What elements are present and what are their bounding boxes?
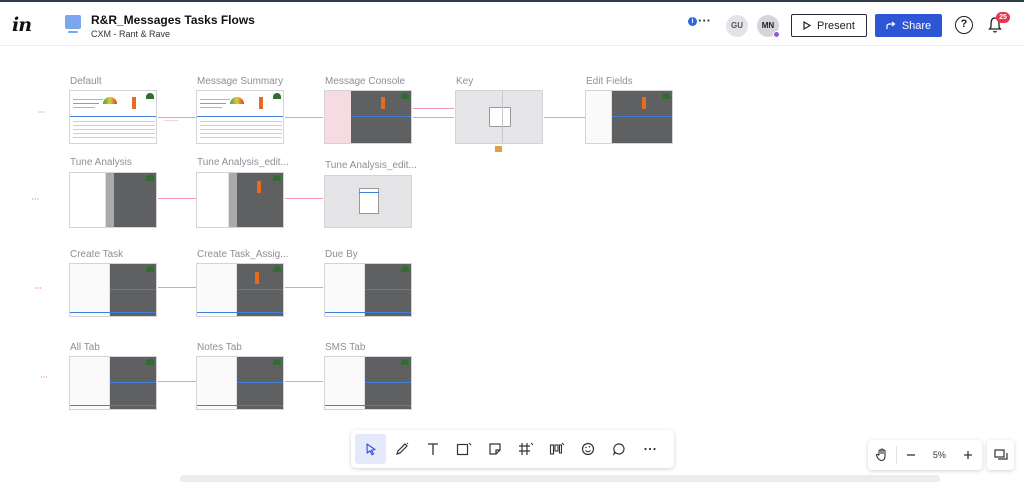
frame-create-task[interactable] [69, 263, 157, 317]
online-status-icon [773, 31, 780, 38]
text-tool[interactable] [417, 434, 448, 464]
flow-connector [413, 117, 454, 118]
palette-tool[interactable] [572, 434, 603, 464]
invision-logo[interactable]: in [12, 14, 32, 36]
palette-icon [581, 442, 594, 456]
avatar-mn[interactable]: MN [757, 15, 780, 38]
row-annotation: • • • [35, 285, 42, 290]
play-icon [803, 21, 812, 30]
frame-due-by[interactable] [324, 263, 412, 317]
frame-edit-fields[interactable] [585, 90, 673, 144]
flow-connector [158, 381, 196, 382]
board-tool[interactable] [541, 434, 572, 464]
hand-icon [875, 448, 886, 462]
avatar-initials: MN [761, 21, 775, 30]
frame-sms-tab[interactable] [324, 356, 412, 410]
hand-tool[interactable] [868, 441, 896, 469]
sticky-note-icon [488, 443, 501, 455]
pen-icon [395, 442, 408, 455]
app-header: in R&R_Messages Tasks Flows CXM - Rant &… [0, 2, 1024, 46]
plus-icon [964, 451, 973, 459]
zoom-in-button[interactable] [954, 441, 982, 469]
row-annotation: • • • [38, 109, 45, 114]
shape-tool[interactable] [448, 434, 479, 464]
frame-label-due-by[interactable]: Due By [325, 249, 358, 260]
frame-label-edit-fields[interactable]: Edit Fields [586, 76, 633, 87]
row-annotation: • • • [41, 374, 48, 379]
flow-connector [158, 287, 196, 288]
frame-label-all-tab[interactable]: All Tab [70, 342, 100, 353]
more-icon [643, 447, 656, 451]
frame-label-default[interactable]: Default [70, 76, 102, 87]
frame-tune-analysis-edit-2[interactable] [324, 175, 412, 228]
doc-title[interactable]: R&R_Messages Tasks Flows [91, 13, 255, 27]
doc-subtitle[interactable]: CXM - Rant & Rave [91, 29, 170, 39]
minus-icon [906, 454, 915, 456]
avatar-gu[interactable]: GU [726, 15, 748, 37]
share-button[interactable]: Share [875, 14, 942, 37]
more-icon[interactable]: ··· [698, 13, 711, 28]
frame-label-message-summary[interactable]: Message Summary [197, 76, 283, 87]
frame-label-sms-tab[interactable]: SMS Tab [325, 342, 365, 353]
flow-connector [544, 117, 585, 118]
flow-connector [413, 108, 454, 109]
screens-icon [993, 449, 1008, 460]
board-icon [549, 442, 564, 455]
frame-message-console[interactable] [324, 90, 412, 144]
text-icon [427, 443, 438, 455]
frame-icon [518, 442, 533, 455]
document-icon [65, 15, 81, 33]
frame-tune-analysis-edit-1[interactable] [196, 172, 284, 228]
frame-default[interactable] [69, 90, 157, 144]
frame-label-create-task-assign[interactable]: Create Task_Assig... [197, 249, 289, 260]
zoom-out-button[interactable] [897, 441, 925, 469]
flow-connector [285, 198, 323, 199]
frame-key[interactable] [455, 90, 543, 144]
frame-label-tune-analysis-edit-2[interactable]: Tune Analysis_edit... [325, 160, 417, 171]
present-button[interactable]: Present [791, 14, 867, 37]
frame-all-tab[interactable] [69, 356, 157, 410]
frame-label-tune-analysis[interactable]: Tune Analysis [70, 157, 132, 168]
sticky-note[interactable] [495, 146, 502, 152]
share-label: Share [901, 19, 932, 32]
frame-label-key[interactable]: Key [456, 76, 473, 87]
select-tool[interactable] [355, 434, 386, 464]
flow-connector [285, 381, 323, 382]
present-label: Present [817, 19, 855, 32]
zoom-controls: 5% [868, 440, 982, 470]
notifications-badge: 25 [996, 12, 1010, 23]
frame-tune-analysis[interactable] [69, 172, 157, 228]
drawing-toolbar [351, 430, 674, 468]
flow-connector [285, 117, 323, 118]
frame-create-task-assign[interactable] [196, 263, 284, 317]
flow-connector [158, 198, 196, 199]
frame-message-summary[interactable] [196, 90, 284, 144]
frame-tool[interactable] [510, 434, 541, 464]
zoom-level[interactable]: 5% [924, 450, 954, 460]
info-icon[interactable]: i [688, 17, 697, 26]
sticky-note-tool[interactable] [479, 434, 510, 464]
more-tools[interactable] [634, 434, 665, 464]
pen-tool[interactable] [386, 434, 417, 464]
comment-icon [612, 443, 625, 456]
select-arrow-icon [365, 443, 376, 456]
frame-label-message-console[interactable]: Message Console [325, 76, 405, 87]
connector-annotation: ———— [164, 118, 179, 122]
row-annotation: • • • [32, 196, 39, 201]
screens-button[interactable] [987, 440, 1014, 470]
frame-notes-tab[interactable] [196, 356, 284, 410]
flow-connector [285, 287, 323, 288]
bottom-scroll-area [180, 475, 940, 482]
comment-tool[interactable] [603, 434, 634, 464]
frame-label-create-task[interactable]: Create Task [70, 249, 123, 260]
help-icon[interactable]: ? [955, 16, 973, 34]
share-icon [886, 21, 896, 29]
frame-label-tune-analysis-edit-1[interactable]: Tune Analysis_edit... [197, 157, 289, 168]
shape-icon [456, 442, 471, 456]
frame-label-notes-tab[interactable]: Notes Tab [197, 342, 242, 353]
